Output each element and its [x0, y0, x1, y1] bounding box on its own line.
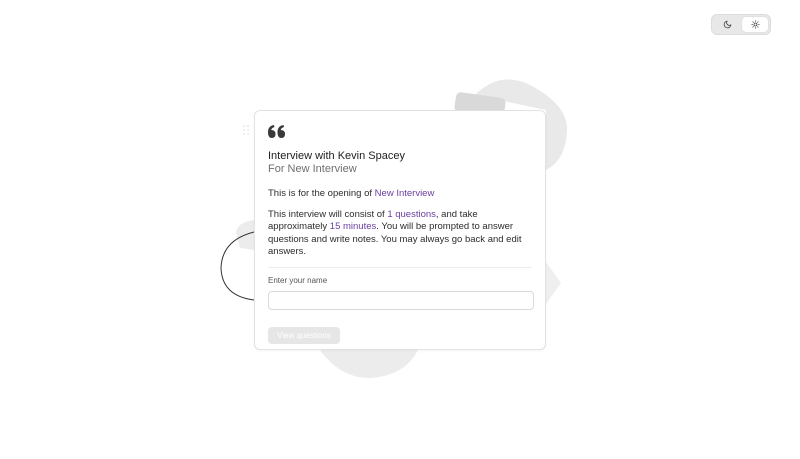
opening-prefix: This is for the opening of	[268, 188, 375, 199]
theme-toggle[interactable]	[711, 14, 771, 35]
light-mode-button[interactable]	[742, 17, 768, 32]
dark-mode-button[interactable]	[714, 17, 740, 32]
interview-title: Interview with Kevin Spacey	[268, 150, 405, 162]
divider	[268, 266, 532, 268]
duration: 15 minutes	[329, 221, 377, 232]
sun-icon	[750, 20, 760, 29]
question-count: 1 questions	[387, 208, 436, 220]
moon-icon	[723, 20, 731, 29]
interview-subtitle: For New Interview	[268, 163, 357, 175]
interview-card: Interview with Kevin Spacey For New Inte…	[254, 110, 546, 350]
name-input[interactable]	[268, 291, 534, 310]
opening-text: This is for the opening of New Interview	[268, 188, 532, 201]
name-label: Enter your name	[268, 275, 328, 285]
details-text: This interview will consist of 1 questio…	[268, 209, 532, 259]
opening-link[interactable]: New Interview	[375, 188, 435, 199]
quote-icon	[268, 125, 285, 138]
view-questions-button[interactable]: View questions	[268, 327, 340, 344]
details-prefix: This interview will consist of	[268, 208, 388, 220]
